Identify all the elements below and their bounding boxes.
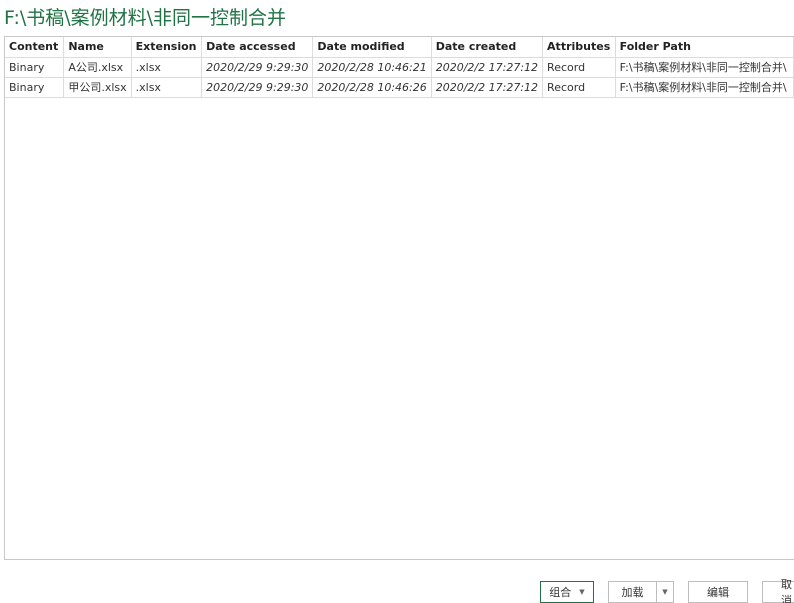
column-header-folder-path[interactable]: Folder Path bbox=[615, 37, 794, 58]
edit-button[interactable]: 编辑 bbox=[688, 581, 748, 603]
table-header-row: Content Name Extension Date accessed Dat… bbox=[5, 37, 794, 58]
cell-date-accessed[interactable]: 2020/2/29 9:29:30 bbox=[201, 77, 314, 98]
column-header-date-accessed[interactable]: Date accessed bbox=[201, 37, 314, 58]
cell-name[interactable]: A公司.xlsx bbox=[63, 57, 132, 78]
cancel-button[interactable]: 取消 bbox=[762, 578, 794, 603]
cell-name[interactable]: 甲公司.xlsx bbox=[63, 77, 132, 98]
combine-button[interactable]: 组合 ▼ bbox=[540, 581, 594, 603]
cell-date-created[interactable]: 2020/2/2 17:27:12 bbox=[431, 57, 544, 78]
chevron-down-icon: ▼ bbox=[662, 588, 668, 596]
column-header-content[interactable]: Content bbox=[5, 37, 65, 58]
load-button[interactable]: 加载 bbox=[608, 581, 657, 603]
files-table: Content Name Extension Date accessed Dat… bbox=[5, 37, 794, 98]
folder-title: F:\书稿\案例材料\非同一控制合并 bbox=[4, 7, 287, 29]
cell-extension[interactable]: .xlsx bbox=[131, 77, 203, 98]
column-header-name[interactable]: Name bbox=[63, 37, 132, 58]
cell-attributes[interactable]: Record bbox=[542, 77, 616, 98]
chevron-down-icon: ▼ bbox=[579, 588, 585, 596]
cell-date-created[interactable]: 2020/2/2 17:27:12 bbox=[431, 77, 544, 98]
cell-attributes[interactable]: Record bbox=[542, 57, 616, 78]
cell-content[interactable]: Binary bbox=[5, 77, 65, 98]
load-button-label: 加载 bbox=[621, 586, 644, 599]
cancel-button-label: 取消 bbox=[781, 578, 792, 603]
navigator-dialog: F:\书稿\案例材料\非同一控制合并 Content Name Extensio… bbox=[0, 0, 794, 603]
edit-button-label: 编辑 bbox=[707, 586, 729, 599]
load-options-button[interactable]: ▼ bbox=[656, 581, 674, 603]
column-header-date-created[interactable]: Date created bbox=[431, 37, 544, 58]
table-row[interactable]: Binary A公司.xlsx .xlsx 2020/2/29 9:29:30 … bbox=[5, 57, 794, 78]
column-header-attributes[interactable]: Attributes bbox=[542, 37, 616, 58]
combine-button-label: 组合 bbox=[549, 586, 572, 599]
cell-folder-path[interactable]: F:\书稿\案例材料\非同一控制合并\ bbox=[615, 57, 794, 78]
column-header-extension[interactable]: Extension bbox=[131, 37, 203, 58]
column-header-date-modified[interactable]: Date modified bbox=[312, 37, 432, 58]
cell-content[interactable]: Binary bbox=[5, 57, 65, 78]
table-row[interactable]: Binary 甲公司.xlsx .xlsx 2020/2/29 9:29:30 … bbox=[5, 77, 794, 98]
preview-grid[interactable]: Content Name Extension Date accessed Dat… bbox=[4, 36, 794, 560]
cell-folder-path[interactable]: F:\书稿\案例材料\非同一控制合并\ bbox=[615, 77, 794, 98]
cell-date-modified[interactable]: 2020/2/28 10:46:26 bbox=[312, 77, 432, 98]
cell-extension[interactable]: .xlsx bbox=[131, 57, 203, 78]
cell-date-accessed[interactable]: 2020/2/29 9:29:30 bbox=[201, 57, 314, 78]
cell-date-modified[interactable]: 2020/2/28 10:46:21 bbox=[312, 57, 432, 78]
